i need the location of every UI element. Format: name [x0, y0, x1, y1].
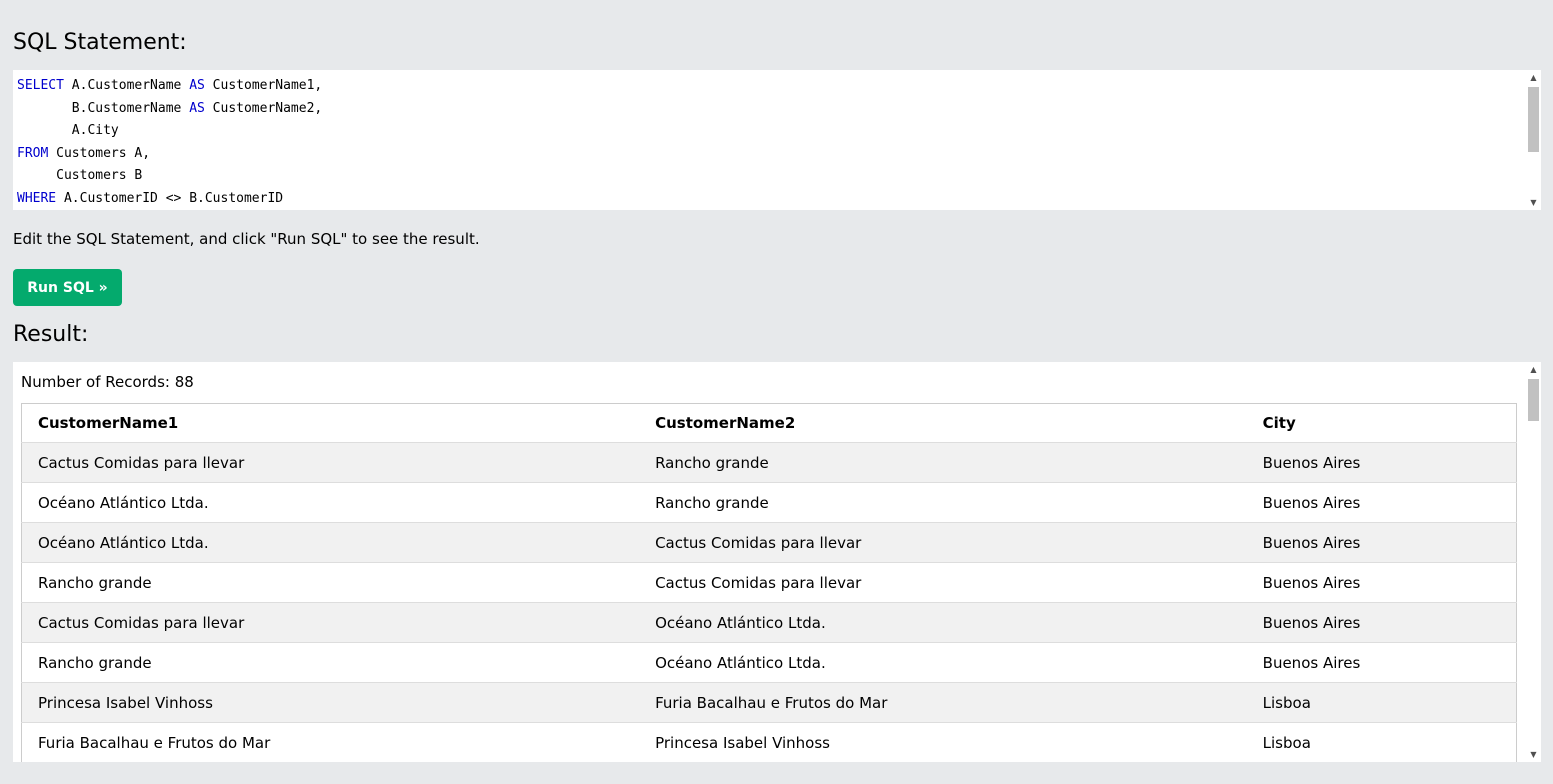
sql-keyword: WHERE: [17, 190, 57, 206]
table-row: Furia Bacalhau e Frutos do Mar Princesa …: [21, 722, 1517, 762]
cell-customername1: Océano Atlántico Ltda.: [21, 482, 640, 523]
cell-customername1: Princesa Isabel Vinhoss: [21, 682, 640, 723]
table-row: Princesa Isabel Vinhoss Furia Bacalhau e…: [21, 682, 1517, 723]
cell-customername1: Cactus Comidas para llevar: [21, 442, 640, 483]
cell-customername2: Océano Atlántico Ltda.: [639, 602, 1247, 643]
record-count: Number of Records: 88: [21, 373, 194, 391]
run-sql-button[interactable]: Run SQL »: [13, 269, 122, 306]
scroll-down-arrow-icon[interactable]: ▼: [1526, 195, 1541, 210]
cell-customername2: Rancho grande: [639, 482, 1247, 523]
column-header: CustomerName2: [639, 403, 1247, 443]
cell-customername1: Rancho grande: [21, 642, 640, 683]
sql-code[interactable]: SELECT A.CustomerName AS CustomerName1, …: [13, 70, 1541, 210]
cell-customername1: Furia Bacalhau e Frutos do Mar: [21, 722, 640, 762]
table-row: Cactus Comidas para llevar Océano Atlánt…: [21, 602, 1517, 643]
table-row: Océano Atlántico Ltda. Rancho grande Bue…: [21, 482, 1517, 523]
editor-scroll-thumb[interactable]: [1528, 87, 1539, 152]
cell-customername1: Océano Atlántico Ltda.: [21, 522, 640, 563]
table-row: Cactus Comidas para llevar Rancho grande…: [21, 442, 1517, 483]
table-row: Rancho grande Océano Atlántico Ltda. Bue…: [21, 642, 1517, 683]
cell-city: Buenos Aires: [1246, 442, 1517, 483]
cell-city: Buenos Aires: [1246, 562, 1517, 603]
result-scrollbar[interactable]: ▲ ▼: [1526, 362, 1541, 762]
result-heading: Result:: [13, 322, 89, 347]
cell-city: Lisboa: [1246, 682, 1517, 723]
result-panel: Number of Records: 88 CustomerName1 Cust…: [13, 362, 1541, 762]
sql-keyword: SELECT: [17, 78, 64, 93]
sql-statement-heading: SQL Statement:: [13, 30, 187, 55]
cell-customername2: Cactus Comidas para llevar: [639, 562, 1247, 603]
results-table: CustomerName1 CustomerName2 City Cactus …: [21, 403, 1517, 762]
sql-keyword: AS: [189, 78, 205, 93]
cell-customername1: Rancho grande: [21, 562, 640, 603]
cell-city: Buenos Aires: [1246, 642, 1517, 683]
edit-hint-text: Edit the SQL Statement, and click "Run S…: [13, 230, 480, 248]
sql-keyword: AS: [189, 100, 205, 116]
cell-customername2: Princesa Isabel Vinhoss: [639, 722, 1247, 762]
cell-city: Buenos Aires: [1246, 602, 1517, 643]
cell-city: Buenos Aires: [1246, 522, 1517, 563]
cell-customername2: Rancho grande: [639, 442, 1247, 483]
table-header-row: CustomerName1 CustomerName2 City: [21, 403, 1517, 443]
scroll-up-arrow-icon[interactable]: ▲: [1526, 362, 1541, 377]
cell-customername2: Océano Atlántico Ltda.: [639, 642, 1247, 683]
cell-customername1: Cactus Comidas para llevar: [21, 602, 640, 643]
scroll-up-arrow-icon[interactable]: ▲: [1526, 70, 1541, 85]
tryit-page: SQL Statement: SELECT A.CustomerName AS …: [0, 0, 1553, 784]
editor-scrollbar[interactable]: ▲ ▼: [1526, 70, 1541, 210]
column-header: City: [1246, 403, 1517, 443]
sql-keyword: FROM: [17, 145, 49, 161]
cell-customername2: Furia Bacalhau e Frutos do Mar: [639, 682, 1247, 723]
scroll-down-arrow-icon[interactable]: ▼: [1526, 747, 1541, 762]
column-header: CustomerName1: [21, 403, 640, 443]
result-scroll-thumb[interactable]: [1528, 379, 1539, 421]
table-row: Océano Atlántico Ltda. Cactus Comidas pa…: [21, 522, 1517, 563]
cell-city: Buenos Aires: [1246, 482, 1517, 523]
cell-customername2: Cactus Comidas para llevar: [639, 522, 1247, 563]
sql-editor[interactable]: SELECT A.CustomerName AS CustomerName1, …: [13, 70, 1541, 210]
table-row: Rancho grande Cactus Comidas para llevar…: [21, 562, 1517, 603]
cell-city: Lisboa: [1246, 722, 1517, 762]
